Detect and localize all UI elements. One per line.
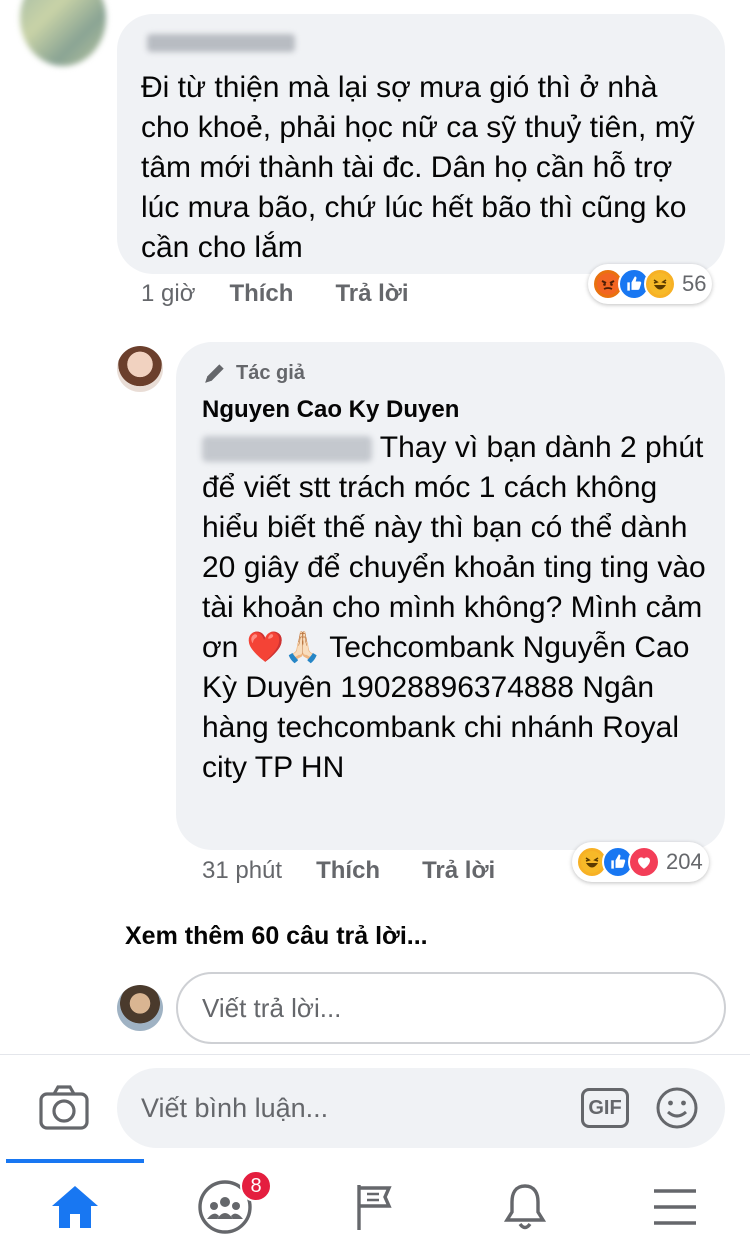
love-icon <box>628 846 660 878</box>
comment-input-placeholder: Viết bình luận... <box>141 1092 329 1123</box>
reply-reaction-count: 204 <box>666 849 703 874</box>
haha-icon <box>644 268 676 300</box>
commenter-name-blurred[interactable] <box>147 34 295 52</box>
comment-input[interactable]: Viết bình luận... GIF <box>117 1068 725 1148</box>
groups-badge: 8 <box>240 1170 272 1202</box>
divider <box>0 1054 750 1055</box>
active-tab-indicator <box>6 1159 144 1163</box>
comment-text: Đi từ thiện mà lại sợ mưa gió thì ở nhà … <box>141 71 695 264</box>
emoji-button[interactable] <box>655 1086 699 1137</box>
tab-home[interactable] <box>40 1172 110 1242</box>
reply-time[interactable]: 31 phút <box>202 857 282 885</box>
reply-like-button[interactable]: Thích <box>316 857 380 885</box>
mentioned-name-blurred[interactable] <box>202 436 372 463</box>
camera-icon <box>39 1085 89 1130</box>
reply-input[interactable]: Viết trả lời... <box>176 972 726 1044</box>
reply-author-name[interactable]: Nguyen Cao Ky Duyen <box>202 396 459 424</box>
reply-reply-button[interactable]: Trả lời <box>422 857 495 885</box>
groups-badge-count: 8 <box>250 1174 262 1197</box>
tab-menu[interactable] <box>640 1172 710 1242</box>
menu-icon <box>654 1189 696 1225</box>
commenter-avatar[interactable] <box>20 0 106 66</box>
reply-button[interactable]: Trả lời <box>335 280 408 308</box>
home-icon <box>52 1186 98 1228</box>
reply-input-placeholder: Viết trả lời... <box>202 992 342 1023</box>
see-more-replies-link[interactable]: Xem thêm 60 câu trả lời... <box>125 922 428 951</box>
gif-button[interactable]: GIF <box>581 1088 629 1128</box>
reply-text-body: Thay vì bạn dành 2 phút để viết stt trác… <box>202 431 706 784</box>
comment-meta: 1 giờ Thích Trả lời <box>141 280 409 308</box>
comment-bubble: Đi từ thiện mà lại sợ mưa gió thì ở nhà … <box>117 14 725 274</box>
reaction-summary[interactable]: 56 <box>588 264 713 304</box>
author-avatar[interactable] <box>117 346 163 392</box>
author-badge-label: Tác giả <box>236 361 305 384</box>
current-user-avatar <box>117 985 163 1031</box>
camera-button[interactable] <box>38 1084 90 1132</box>
reply-meta: 31 phút Thích Trả lời <box>202 857 495 885</box>
flag-icon <box>357 1185 392 1230</box>
gif-label: GIF <box>588 1096 622 1119</box>
reply-bubble: Tác giả Nguyen Cao Ky Duyen Thay vì bạn … <box>176 342 725 850</box>
reply-text: Thay vì bạn dành 2 phút để viết stt trác… <box>202 428 710 788</box>
pencil-icon <box>205 364 224 383</box>
comment-time[interactable]: 1 giờ <box>141 280 195 308</box>
tab-pages[interactable] <box>340 1172 410 1242</box>
author-badge: Tác giả <box>202 360 305 386</box>
reaction-count: 56 <box>682 271 707 296</box>
tab-notifications[interactable] <box>490 1172 560 1242</box>
like-button[interactable]: Thích <box>229 280 293 308</box>
reply-reaction-summary[interactable]: 204 <box>572 842 709 882</box>
bell-icon <box>503 1184 547 1230</box>
smiley-icon <box>656 1087 698 1129</box>
